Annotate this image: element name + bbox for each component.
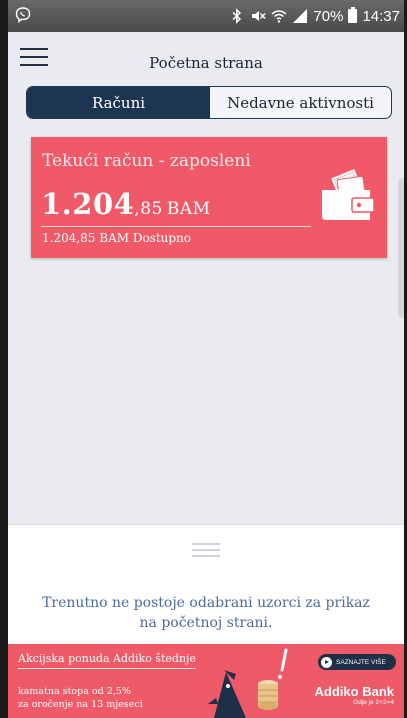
signal-icon: [293, 9, 308, 23]
balance-integer: 1.204: [41, 187, 135, 221]
brand-tagline: Gdje je 2+2=4: [353, 699, 394, 706]
piggy-coins-illustration: [208, 648, 288, 718]
learn-more-button[interactable]: SAZNAJTE VIŠE: [318, 654, 396, 670]
clock: 14:37: [362, 7, 400, 25]
balance-decimal: ,85: [134, 199, 163, 219]
account-balance: 1.204,85 BAM: [41, 187, 211, 221]
learn-more-label: SAZNAJTE VIŠE: [336, 658, 386, 666]
play-arrow-icon: [321, 656, 332, 668]
available-balance: 1.204,85 BAM Dostupno: [42, 231, 192, 245]
status-icons: 70% 14:37: [229, 6, 400, 26]
battery-icon: [348, 7, 358, 23]
phone-screen: 70% 14:37 Početna strana Računi Nedavne …: [8, 0, 404, 718]
promo-banner[interactable]: Akcijska ponuda Addiko štednje kamatna s…: [8, 644, 404, 718]
scroll-indicator[interactable]: [398, 178, 404, 318]
empty-state-message: Trenutno ne postoje odabrani uzorci za p…: [42, 595, 370, 631]
account-name: Tekući račun - zaposleni: [42, 151, 251, 171]
battery-percent: 70%: [313, 7, 344, 25]
balance-currency: BAM: [166, 199, 211, 219]
card-divider: [41, 226, 311, 227]
account-card[interactable]: Tekući račun - zaposleni 1.204,85 BAM 1.2…: [31, 137, 387, 258]
brand-logo: Addiko Bank Gdje je 2+2=4: [315, 684, 394, 706]
app-bar: Početna strana: [8, 32, 404, 84]
tab-racuni[interactable]: Računi: [27, 87, 210, 118]
bluetooth-icon: [232, 8, 242, 24]
promo-title: Akcijska ponuda Addiko štednje: [18, 652, 196, 669]
wallet-icon: [322, 168, 375, 220]
tab-bar: Računi Nedavne aktivnosti: [26, 86, 392, 119]
tab-nedavne-aktivnosti[interactable]: Nedavne aktivnosti: [210, 87, 391, 118]
status-bar: 70% 14:37: [8, 0, 404, 32]
widget-panel: Trenutno ne postoje odabrani uzorci za p…: [8, 524, 404, 644]
wifi-icon: [271, 10, 287, 23]
mute-icon: [252, 11, 266, 21]
page-title: Početna strana: [149, 54, 263, 72]
drag-handle-icon[interactable]: [192, 543, 220, 557]
promo-rate: kamatna stopa od 2,5%: [18, 686, 131, 697]
promo-term: za oročenje na 13 mjeseci: [18, 699, 143, 710]
brand-name: Addiko Bank: [314, 684, 394, 699]
viber-icon: [15, 7, 31, 24]
